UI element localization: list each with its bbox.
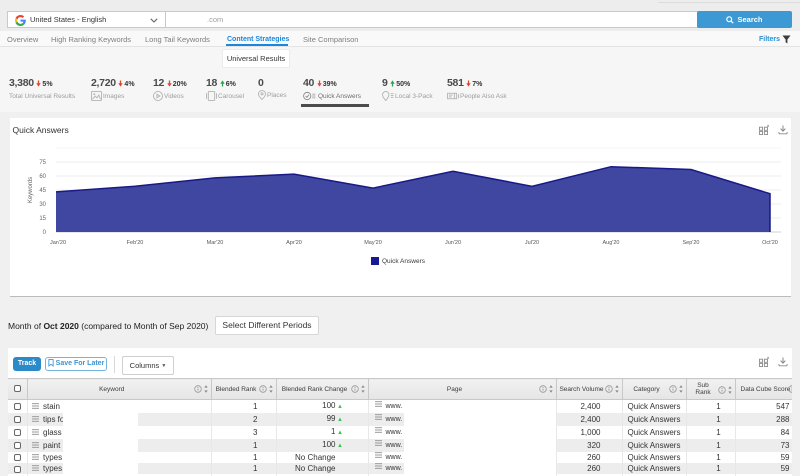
svg-text:30: 30 (39, 202, 46, 208)
svg-text:60: 60 (39, 174, 46, 180)
svg-text:Apr'20: Apr'20 (286, 240, 302, 246)
svg-text:Jul'20: Jul'20 (525, 240, 539, 246)
svg-text:Keywords: Keywords (28, 177, 34, 203)
svg-text:Jun'20: Jun'20 (445, 240, 461, 246)
svg-text:0: 0 (43, 230, 47, 236)
svg-text:Oct'20: Oct'20 (762, 240, 778, 246)
svg-text:Feb'20: Feb'20 (127, 240, 144, 246)
svg-text:75: 75 (39, 160, 46, 166)
svg-text:45: 45 (39, 188, 46, 194)
svg-text:15: 15 (39, 216, 46, 222)
svg-text:Sep'20: Sep'20 (683, 240, 700, 246)
svg-text:Mar'20: Mar'20 (207, 240, 224, 246)
svg-text:Aug'20: Aug'20 (603, 240, 620, 246)
svg-text:Jan'20: Jan'20 (50, 240, 66, 246)
svg-text:May'20: May'20 (364, 240, 382, 246)
